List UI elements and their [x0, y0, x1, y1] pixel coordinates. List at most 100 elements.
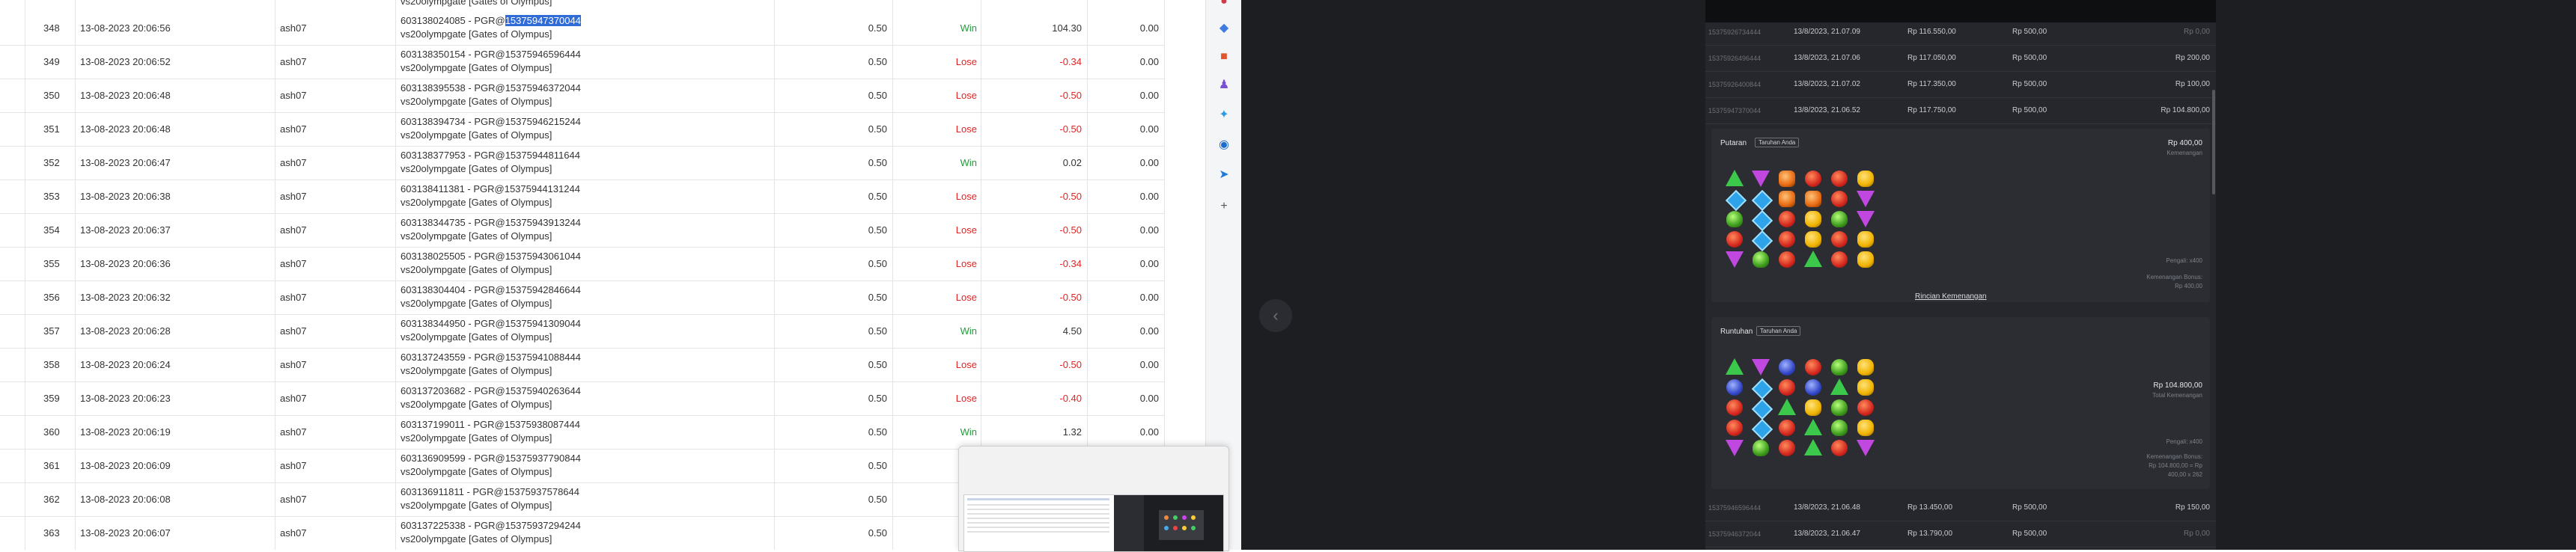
row-result: Lose: [955, 191, 977, 202]
row-round-id: 15375942846644: [505, 284, 581, 295]
table-row[interactable]: 348 13-08-2023 20:06:56 ash07 603138024085 …: [0, 11, 1164, 46]
row-profit: 1.32: [1062, 426, 1082, 438]
row-stake: 0.50: [868, 56, 887, 67]
row-description: 603138024085 - PGR@15375947370044 vs20oly…: [401, 14, 581, 43]
preview-thumbnail-image: [964, 495, 1223, 551]
row-round-id: 15375946372044: [505, 82, 581, 93]
purple-heart-gem-icon: [1726, 440, 1744, 456]
row-stake: 0.50: [868, 426, 887, 438]
history-round-id: 15375926400844: [1708, 81, 1762, 88]
table-row[interactable]: 355 13-08-2023 20:06:36 ash07 603138025505 …: [0, 247, 1164, 281]
table-row[interactable]: 353 13-08-2023 20:06:38 ash07 603138411381 …: [0, 180, 1164, 214]
pin-icon[interactable]: ●: [1217, 0, 1231, 9]
purple-heart-gem-icon: [1857, 440, 1875, 456]
preview-thumbnail[interactable]: [963, 494, 1224, 552]
history-row[interactable]: 15375926400844 13/8/2023, 21.07.02 Rp 117.…: [1705, 72, 2216, 98]
tumble-bonus-formula-end: 400,00 x 262: [2167, 471, 2202, 478]
row-game: vs20olympgate [Gates of Olympus]: [401, 197, 552, 208]
history-row[interactable]: 15375946596444 13/8/2023, 21.06.48 Rp 13.4…: [1705, 495, 2216, 521]
copilot-icon[interactable]: ✦: [1217, 108, 1231, 123]
row-date: 13-08-2023 20:06:23: [80, 393, 171, 404]
history-balance: Rp 117.350,00: [1907, 80, 1956, 88]
spin-win-label: Kemenangan: [2167, 150, 2202, 156]
row-game: vs20olympgate [Gates of Olympus]: [401, 331, 552, 343]
history-bet: Rp 500,00: [2012, 28, 2047, 36]
row-game: vs20olympgate [Gates of Olympus]: [401, 298, 552, 309]
row-round-id: 15375943061044: [505, 251, 581, 262]
orange-gem-icon: [1805, 191, 1821, 207]
history-win: Rp 104.800,00: [2161, 106, 2210, 114]
previous-arrow-button[interactable]: ‹: [1259, 299, 1292, 332]
win-details-link[interactable]: Rincian Kemenangan: [1915, 292, 1987, 301]
history-balance: Rp 117.050,00: [1907, 54, 1956, 62]
row-username: ash07: [280, 224, 307, 236]
row-date: 13-08-2023 20:06:48: [80, 90, 171, 101]
add-icon[interactable]: +: [1217, 199, 1231, 214]
blue-gem-icon: [1779, 359, 1795, 375]
row-ticket: 603138344735 - PGR@: [401, 217, 505, 228]
green-gem-icon: [1726, 211, 1743, 227]
table-row[interactable]: 351 13-08-2023 20:06:48 ash07 603138394734 …: [0, 112, 1164, 147]
row-description: 603138344950 - PGR@15375941309044 vs20oly…: [401, 317, 581, 346]
green-gem-icon: [1753, 251, 1769, 268]
row-result: Lose: [955, 224, 977, 236]
history-row[interactable]: 15375947370044 13/8/2023, 21.06.52 Rp 117.…: [1705, 98, 2216, 124]
table-row[interactable]: 349 13-08-2023 20:06:52 ash07 603138350154 …: [0, 45, 1164, 79]
row-description: 603138394734 - PGR@15375946215244 vs20oly…: [401, 115, 581, 144]
row-description: 603137225338 - PGR@15375937294244 vs20oly…: [401, 519, 581, 548]
green-triangle-gem-icon: [1726, 170, 1744, 186]
spin-symbol-grid: [1722, 169, 1879, 270]
row-stake: 0.50: [868, 191, 887, 202]
row-profit: 104.30: [1052, 22, 1082, 34]
table-row[interactable]: 360 13-08-2023 20:06:19 ash07 603137199011 …: [0, 415, 1164, 450]
row-date: 13-08-2023 20:06:08: [80, 494, 171, 505]
row-description: 603137203682 - PGR@15375940263644 vs20oly…: [401, 384, 581, 413]
panel-scrollbar[interactable]: [2212, 90, 2215, 194]
row-ticket: 603137225338 - PGR@: [401, 520, 505, 531]
row-stake: 0.50: [868, 224, 887, 236]
yellow-gem-icon: [1857, 251, 1874, 268]
history-row[interactable]: 15375926734444 13/8/2023, 21.07.09 Rp 116.…: [1705, 19, 2216, 46]
table-row[interactable]: 352 13-08-2023 20:06:47 ash07 603138377953 …: [0, 146, 1164, 180]
row-stake: 0.50: [868, 393, 887, 404]
red-gem-icon: [1831, 231, 1848, 248]
tumble-section: Runtuhan Taruhan Anda Rp 104.800,00 Tota…: [1711, 317, 2210, 489]
tumble-bonus-formula: Rp 104.800,00 = Rp: [2149, 462, 2202, 469]
table-row[interactable]: 350 13-08-2023 20:06:48 ash07 603138395538 …: [0, 79, 1164, 113]
row-description: 603137243559 - PGR@15375941088444 vs20oly…: [401, 351, 581, 379]
orange-gem-icon: [1779, 171, 1795, 187]
history-row[interactable]: 15375926496444 13/8/2023, 21.07.06 Rp 117.…: [1705, 46, 2216, 72]
table-row[interactable]: 354 13-08-2023 20:06:37 ash07 603138344735 …: [0, 213, 1164, 248]
purple-heart-gem-icon: [1752, 171, 1770, 187]
row-extra: 0.00: [1139, 123, 1159, 135]
row-extra: 0.00: [1139, 359, 1159, 370]
green-triangle-gem-icon: [1778, 399, 1796, 415]
table-row[interactable]: 356 13-08-2023 20:06:32 ash07 603138304404 …: [0, 280, 1164, 315]
tag-icon[interactable]: ◆: [1217, 21, 1231, 36]
yellow-gem-icon: [1805, 231, 1821, 248]
row-stake: 0.50: [868, 292, 887, 303]
history-bet: Rp 500,00: [2012, 80, 2047, 88]
row-ticket: 603138304404 - PGR@: [401, 284, 505, 295]
table-row[interactable]: 359 13-08-2023 20:06:23 ash07 603137203682 …: [0, 381, 1164, 416]
plane-icon[interactable]: ➤: [1217, 168, 1231, 183]
row-profit: -0.50: [1059, 359, 1082, 370]
row-date: 13-08-2023 20:06:56: [80, 22, 171, 34]
row-date: 13-08-2023 20:06:09: [80, 460, 171, 471]
red-gem-icon: [1779, 251, 1795, 268]
history-datetime: 13/8/2023, 21.06.48: [1794, 503, 1860, 512]
row-game: vs20olympgate [Gates of Olympus]: [401, 399, 552, 410]
history-row[interactable]: 15375946372044 13/8/2023, 21.06.47 Rp 13.7…: [1705, 521, 2216, 548]
red-gem-icon: [1726, 231, 1743, 248]
history-balance: Rp 13.450,00: [1907, 503, 1953, 512]
row-ticket: 603137203682 - PGR@: [401, 385, 505, 396]
table-row[interactable]: 357 13-08-2023 20:06:28 ash07 603138344950 …: [0, 314, 1164, 349]
row-description: 603137199011 - PGR@15375938087444 vs20oly…: [401, 418, 580, 447]
taskbar-window-preview[interactable]: [958, 446, 1229, 552]
briefcase-icon[interactable]: ■: [1217, 49, 1231, 64]
table-row[interactable]: 358 13-08-2023 20:06:24 ash07 603137243559 …: [0, 348, 1164, 382]
row-description: 603138344735 - PGR@15375943913244 vs20oly…: [401, 216, 581, 245]
user-icon[interactable]: ♟: [1217, 78, 1231, 93]
outlook-icon[interactable]: ◉: [1217, 138, 1231, 153]
history-bet: Rp 500,00: [2012, 106, 2047, 114]
